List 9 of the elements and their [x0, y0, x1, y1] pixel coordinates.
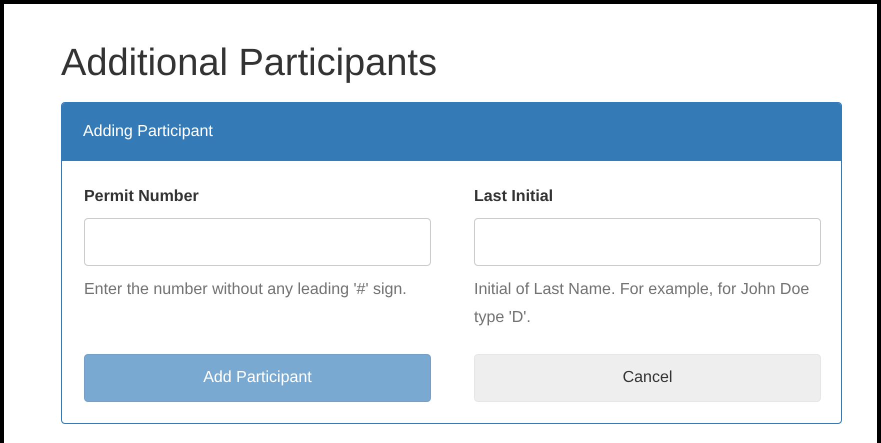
input-field[interactable]: [474, 218, 821, 266]
input-field[interactable]: [84, 218, 431, 266]
page-title: Additional Participants: [61, 41, 438, 86]
help-text: Initial of Last Name. For example, for John Doe type 'D'.: [474, 280, 810, 328]
cancel-button[interactable]: Cancel: [474, 354, 821, 402]
field-label: Last Initial: [474, 187, 554, 207]
help-text: Enter the number without any leading '#' sign.: [84, 280, 408, 300]
panel-title: Adding Participant: [62, 103, 841, 161]
field-label: Permit Number: [84, 187, 200, 207]
